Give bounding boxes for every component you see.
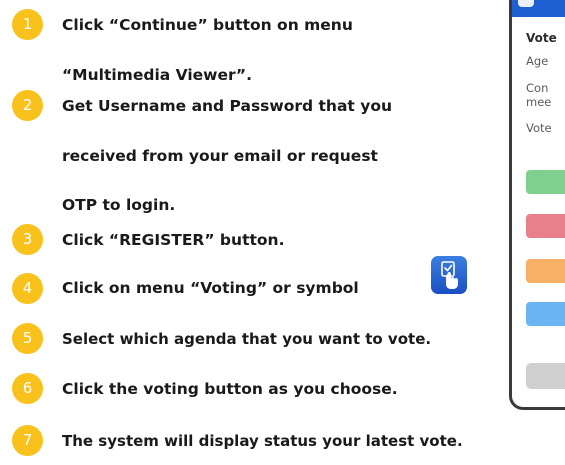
void-vote-button[interactable] [526, 302, 565, 326]
phone-preview: Vote Age Con mee Vote [509, 0, 565, 410]
step-text: “Multimedia Viewer”. [62, 66, 252, 84]
phone-agenda-label: Age [526, 54, 549, 68]
step-text: OTP to login. [62, 196, 176, 214]
step-number-badge: 2 [12, 90, 43, 121]
step-text: Get Username and Password that you [62, 97, 393, 115]
phone-content-line: Con [526, 81, 549, 95]
phone-title: Vote [526, 31, 557, 45]
disapprove-vote-button[interactable] [526, 214, 565, 238]
step-text: Click on menu “Voting” or symbol [62, 279, 359, 297]
abstain-vote-button[interactable] [526, 259, 565, 283]
step-text: Click the voting button as you choose. [62, 380, 398, 398]
phone-header [512, 0, 565, 17]
step-number-badge: 7 [12, 425, 43, 456]
hand-tap-icon-graphic [441, 261, 458, 289]
step-number-badge: 5 [12, 323, 43, 354]
step-number-badge: 6 [12, 373, 43, 404]
step-number-badge: 1 [12, 9, 43, 40]
step-text: Select which agenda that you want to vot… [62, 330, 432, 348]
step-text: The system will display status your late… [62, 432, 463, 450]
hand-tap-icon [431, 256, 467, 294]
submit-button[interactable] [526, 363, 565, 389]
step-number-badge: 3 [12, 224, 43, 255]
approve-vote-button[interactable] [526, 170, 565, 194]
phone-content-line: mee [526, 95, 552, 109]
step-text: received from your email or request [62, 147, 378, 165]
phone-vote-label: Vote [526, 121, 552, 135]
instruction-steps: 1 Click “Continue” button on menu “Multi… [0, 0, 565, 465]
step-text: Click “Continue” button on menu [62, 16, 353, 34]
app-logo-icon [518, 0, 534, 7]
step-text: Click “REGISTER” button. [62, 231, 285, 249]
step-number-badge: 4 [12, 273, 43, 304]
